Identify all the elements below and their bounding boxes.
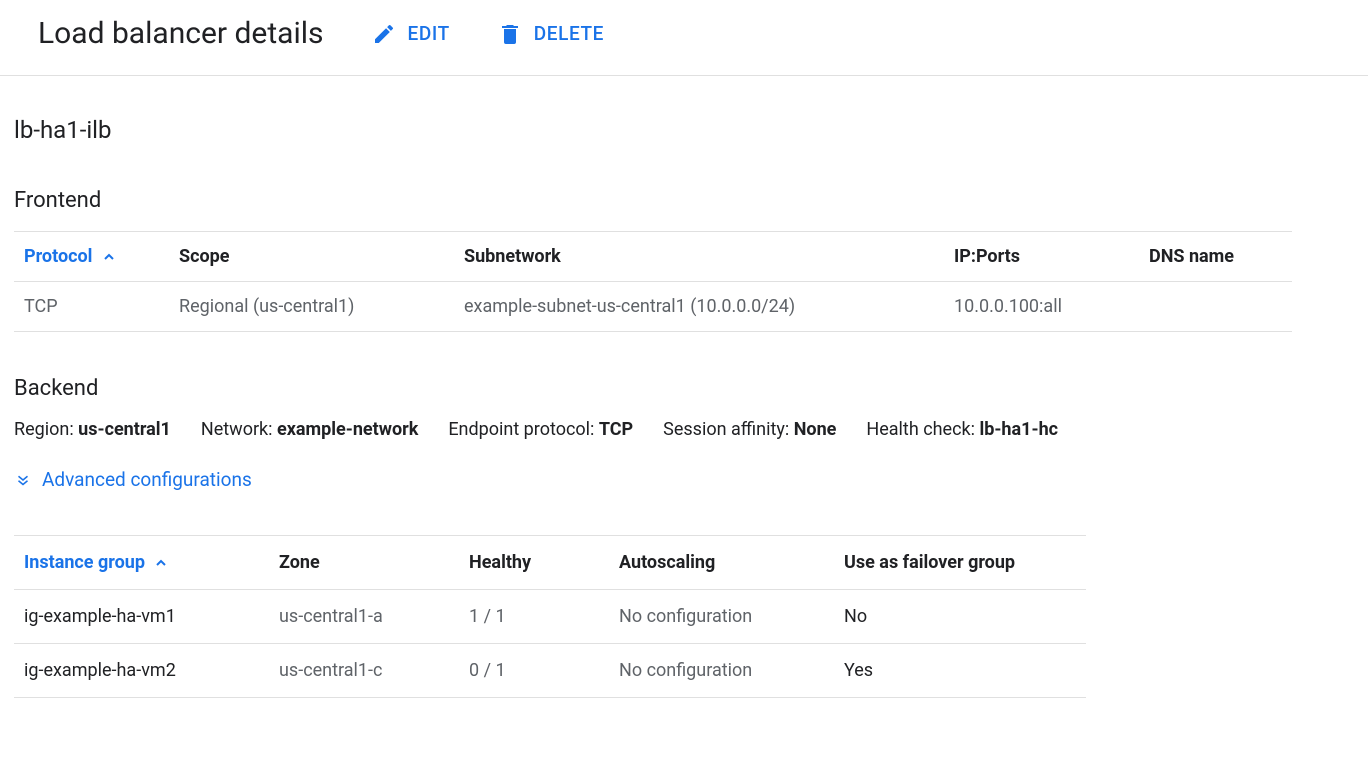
frontend-cell-ip-ports: 10.0.0.100:all <box>944 282 1139 332</box>
backend-health-check-value: lb-ha1-hc <box>979 419 1058 440</box>
advanced-configurations-label: Advanced configurations <box>42 468 252 491</box>
sort-ascending-icon <box>153 555 169 571</box>
backend-network-label: Network: <box>201 419 277 440</box>
frontend-cell-subnetwork: example-subnet-us-central1 (10.0.0.0/24) <box>454 282 944 332</box>
backends-table: Instance group Zone Healthy Autoscaling … <box>14 535 1086 698</box>
page-title: Load balancer details <box>38 16 324 51</box>
backend-cell-autoscaling: No configuration <box>609 590 834 644</box>
backend-session-affinity-label: Session affinity: <box>663 419 794 440</box>
backends-col-instance-group-label: Instance group <box>24 552 145 573</box>
backend-endpoint-protocol: Endpoint protocol: TCP <box>448 419 633 440</box>
backend-cell-instance-group: ig-example-ha-vm2 <box>14 644 269 698</box>
backend-health-check: Health check: lb-ha1-hc <box>866 419 1058 440</box>
frontend-cell-protocol: TCP <box>14 282 169 332</box>
frontend-cell-scope: Regional (us-central1) <box>169 282 454 332</box>
frontend-col-dns-name[interactable]: DNS name <box>1139 232 1292 282</box>
frontend-table: Protocol Scope Subnetwork IP:Ports DNS n… <box>14 231 1292 332</box>
backends-col-instance-group[interactable]: Instance group <box>14 536 269 590</box>
delete-button[interactable]: DELETE <box>498 22 604 46</box>
backend-cell-healthy: 1 / 1 <box>459 590 609 644</box>
double-chevron-down-icon <box>14 471 32 489</box>
top-bar: Load balancer details EDIT DELETE <box>0 0 1368 76</box>
backend-network-value: example-network <box>277 419 418 440</box>
backend-endpoint-protocol-value: TCP <box>599 419 633 440</box>
backend-region: Region: us-central1 <box>14 419 171 440</box>
backend-session-affinity: Session affinity: None <box>663 419 836 440</box>
backend-endpoint-protocol-label: Endpoint protocol: <box>448 419 599 440</box>
backend-cell-autoscaling: No configuration <box>609 644 834 698</box>
frontend-heading: Frontend <box>14 188 1354 213</box>
table-row: ig-example-ha-vm1 us-central1-a 1 / 1 No… <box>14 590 1086 644</box>
backend-cell-failover: No <box>834 590 1086 644</box>
delete-label: DELETE <box>534 22 604 45</box>
backend-cell-instance-group: ig-example-ha-vm1 <box>14 590 269 644</box>
backend-meta: Region: us-central1 Network: example-net… <box>14 419 1354 440</box>
backend-health-check-label: Health check: <box>866 419 979 440</box>
backend-cell-failover: Yes <box>834 644 1086 698</box>
advanced-configurations-toggle[interactable]: Advanced configurations <box>14 468 252 491</box>
backend-network: Network: example-network <box>201 419 418 440</box>
backend-cell-zone: us-central1-a <box>269 590 459 644</box>
frontend-cell-dns-name <box>1139 282 1292 332</box>
backend-cell-zone: us-central1-c <box>269 644 459 698</box>
pencil-icon <box>372 22 396 46</box>
edit-label: EDIT <box>408 22 450 45</box>
backends-col-zone[interactable]: Zone <box>269 536 459 590</box>
backend-region-value: us-central1 <box>78 419 171 440</box>
frontend-col-scope[interactable]: Scope <box>169 232 454 282</box>
edit-button[interactable]: EDIT <box>372 22 450 46</box>
load-balancer-name: lb-ha1-ilb <box>14 116 1354 144</box>
backend-region-label: Region: <box>14 419 78 440</box>
backend-session-affinity-value: None <box>794 419 837 440</box>
backends-col-autoscaling[interactable]: Autoscaling <box>609 536 834 590</box>
sort-ascending-icon <box>101 249 117 265</box>
backend-heading: Backend <box>14 376 1354 401</box>
frontend-col-ip-ports[interactable]: IP:Ports <box>944 232 1139 282</box>
frontend-col-protocol-label: Protocol <box>24 246 92 267</box>
frontend-col-protocol[interactable]: Protocol <box>14 232 169 282</box>
trash-icon <box>498 22 522 46</box>
backends-col-failover[interactable]: Use as failover group <box>834 536 1086 590</box>
table-row: TCP Regional (us-central1) example-subne… <box>14 282 1292 332</box>
table-row: ig-example-ha-vm2 us-central1-c 0 / 1 No… <box>14 644 1086 698</box>
frontend-col-subnetwork[interactable]: Subnetwork <box>454 232 944 282</box>
backends-col-healthy[interactable]: Healthy <box>459 536 609 590</box>
backend-cell-healthy: 0 / 1 <box>459 644 609 698</box>
